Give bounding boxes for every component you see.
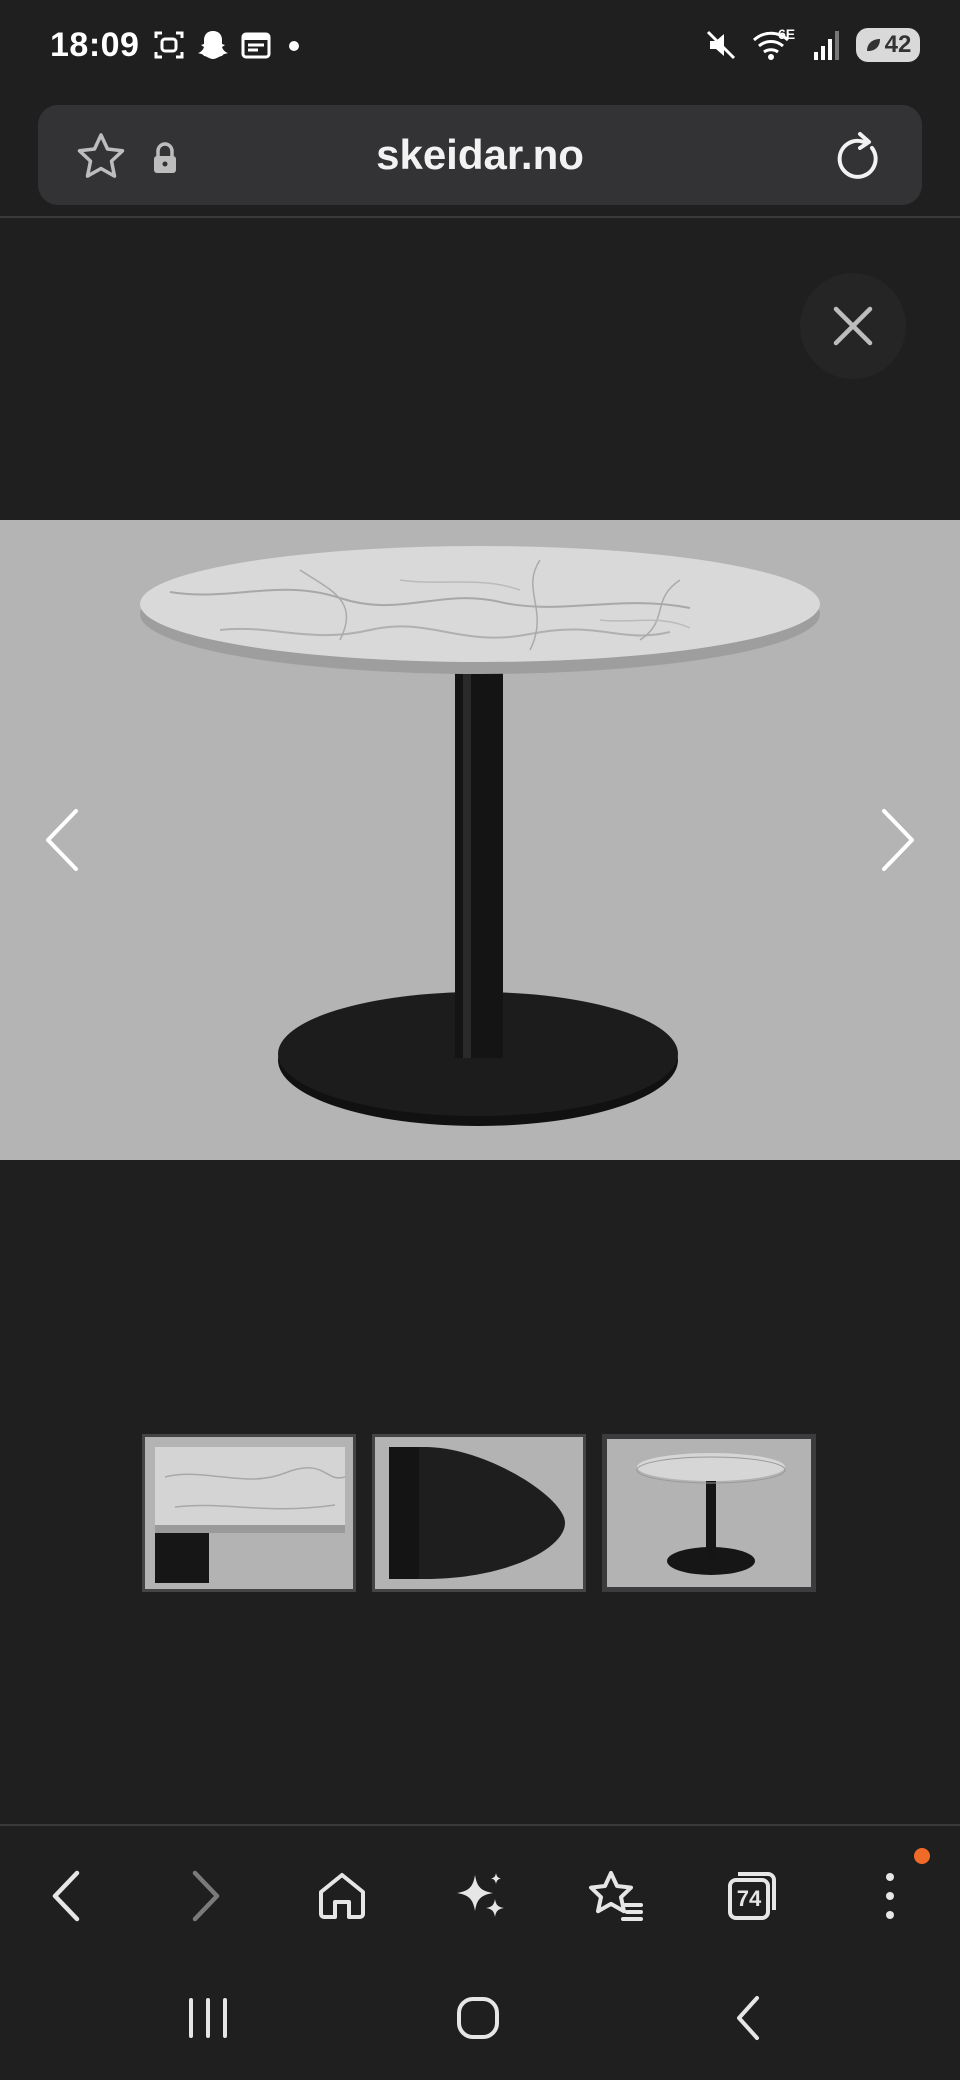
wifi-icon: 6E	[752, 26, 798, 62]
tabs-count: 74	[736, 1886, 762, 1911]
thumbnail-base-detail[interactable]	[372, 1434, 586, 1592]
tabs-button[interactable]: 74	[712, 1856, 792, 1936]
status-bar: 18:09 6E 42	[0, 0, 960, 100]
home-circle-icon	[457, 1997, 499, 2039]
screenshot-icon	[154, 31, 184, 59]
star-icon[interactable]	[74, 131, 128, 183]
back-button[interactable]	[26, 1856, 106, 1936]
home-icon	[319, 1873, 365, 1919]
system-back-button[interactable]	[708, 1986, 788, 2050]
leaf-icon	[866, 39, 880, 51]
thumbnail-full-table[interactable]	[602, 1434, 816, 1592]
battery-icon: 42	[856, 28, 920, 62]
address-bar[interactable]: skeidar.no	[38, 105, 922, 205]
recents-button[interactable]	[168, 1986, 248, 2050]
menu-icon	[886, 1873, 894, 1919]
forward-button[interactable]	[166, 1856, 246, 1936]
status-icons-left	[152, 28, 306, 62]
forward-icon	[192, 1870, 220, 1922]
home-button[interactable]	[302, 1856, 382, 1936]
product-image[interactable]	[0, 520, 960, 1160]
back-arrow-icon	[737, 1996, 759, 2040]
top-divider	[0, 216, 960, 218]
chevron-right-icon	[882, 809, 914, 871]
signal-icon	[814, 31, 839, 60]
home-nav-button[interactable]	[438, 1986, 518, 2050]
next-image-button[interactable]	[868, 800, 928, 880]
lock-icon	[154, 142, 176, 173]
close-icon	[833, 306, 873, 346]
battery-level: 42	[884, 31, 912, 58]
calendar-icon	[241, 32, 271, 59]
dot-icon	[289, 41, 299, 51]
menu-button[interactable]	[850, 1856, 930, 1936]
bookmarks-icon	[589, 1871, 643, 1921]
ai-assistant-button[interactable]	[440, 1856, 520, 1936]
snapchat-icon	[198, 31, 228, 59]
status-time: 18:09	[50, 26, 140, 64]
status-icons-right: 6E 42	[704, 26, 920, 62]
notification-dot	[914, 1848, 930, 1864]
network-label: 6E	[778, 26, 796, 42]
thumbnail-strip	[142, 1434, 820, 1594]
prev-image-button[interactable]	[32, 800, 92, 880]
recents-icon	[189, 1998, 227, 2038]
tabs-icon: 74	[726, 1870, 778, 1922]
bookmarks-button[interactable]	[576, 1856, 656, 1936]
sparkle-icon	[457, 1873, 504, 1917]
reload-icon[interactable]	[832, 131, 884, 183]
table-illustration	[140, 546, 820, 1126]
browser-toolbar: 74	[0, 1826, 960, 1956]
mute-icon	[706, 30, 736, 60]
chevron-left-icon	[46, 809, 78, 871]
back-icon	[52, 1870, 80, 1922]
system-navigation	[0, 1956, 960, 2080]
close-button[interactable]	[800, 273, 906, 379]
thumbnail-top-detail[interactable]	[142, 1434, 356, 1592]
